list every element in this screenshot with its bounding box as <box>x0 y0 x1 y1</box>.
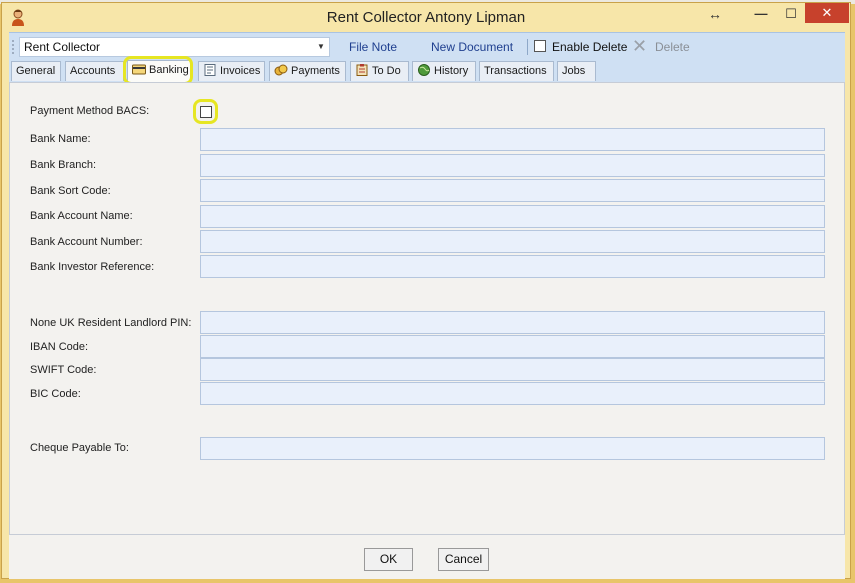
payment-method-bacs-label: Payment Method BACS: <box>30 105 150 117</box>
bank-branch-label: Bank Branch: <box>30 159 97 171</box>
bic-code-label: BIC Code: <box>30 388 81 400</box>
resize-arrows-icon[interactable]: ↔ <box>702 3 728 25</box>
tab-history[interactable]: History <box>412 61 476 81</box>
bank-investor-reference-field[interactable] <box>200 255 825 278</box>
bank-account-name-field[interactable] <box>200 205 825 228</box>
enable-delete-label: Enable Delete <box>552 40 628 54</box>
none-uk-resident-pin-label: None UK Resident Landlord PIN: <box>30 317 192 329</box>
dialog-window: Rent Collector Antony Lipman ↔ — ☐ ✕ Ren… <box>1 2 851 579</box>
new-document-button[interactable]: New Document <box>431 38 513 56</box>
iban-code-label: IBAN Code: <box>30 341 89 353</box>
record-type-select[interactable]: Rent Collector ▼ <box>19 37 330 57</box>
bank-account-number-label: Bank Account Number: <box>30 236 143 248</box>
banking-panel: Payment Method BACS: Bank Name: Bank Bra… <box>9 82 845 535</box>
invoice-icon <box>203 64 217 76</box>
clipboard-icon <box>355 64 369 76</box>
tab-label: Invoices <box>220 65 261 77</box>
none-uk-resident-pin-field[interactable] <box>200 311 825 334</box>
swift-code-field[interactable] <box>200 358 825 381</box>
bic-code-field[interactable] <box>200 382 825 405</box>
delete-x-icon: ✕ <box>632 36 648 56</box>
tab-label: General <box>16 65 56 77</box>
enable-delete-checkbox[interactable] <box>534 40 546 52</box>
cheque-payable-to-field[interactable] <box>200 437 825 460</box>
tab-general[interactable]: General <box>11 61 61 81</box>
chevron-down-icon[interactable]: ▼ <box>315 38 327 56</box>
bank-account-name-label: Bank Account Name: <box>30 210 133 222</box>
globe-icon <box>417 64 431 76</box>
close-button[interactable]: ✕ <box>805 3 849 23</box>
bank-name-label: Bank Name: <box>30 133 91 145</box>
bank-account-number-field[interactable] <box>200 230 825 253</box>
bank-name-field[interactable] <box>200 128 825 151</box>
swift-code-label: SWIFT Code: <box>30 364 97 376</box>
tab-jobs[interactable]: Jobs <box>557 61 596 81</box>
tab-label: To Do <box>372 65 401 77</box>
toolbar-grip-icon[interactable] <box>12 39 14 55</box>
tab-label: Payments <box>291 65 340 77</box>
title-bar[interactable]: Rent Collector Antony Lipman ↔ — ☐ ✕ <box>2 3 850 33</box>
bank-investor-reference-label: Bank Investor Reference: <box>30 261 155 273</box>
tab-payments[interactable]: Payments <box>269 61 346 81</box>
bank-sort-code-label: Bank Sort Code: <box>30 185 111 197</box>
coins-icon <box>274 64 288 76</box>
tab-transactions[interactable]: Transactions <box>479 61 554 81</box>
tab-label: Accounts <box>70 65 116 77</box>
tab-label: History <box>434 65 469 77</box>
tab-label: Jobs <box>562 65 586 77</box>
file-note-button[interactable]: File Note <box>349 38 397 56</box>
payment-method-bacs-checkbox[interactable] <box>200 106 212 118</box>
delete-button[interactable]: Delete <box>655 38 690 56</box>
iban-code-field[interactable] <box>200 335 825 358</box>
toolbar-divider <box>527 39 528 55</box>
dialog-footer: OK Cancel <box>9 535 845 579</box>
tab-to-do[interactable]: To Do <box>350 61 409 81</box>
record-type-value: Rent Collector <box>24 40 101 54</box>
tab-label: Transactions <box>484 65 547 77</box>
ok-button[interactable]: OK <box>364 548 413 571</box>
minimize-button[interactable]: — <box>748 3 774 25</box>
cheque-payable-to-label: Cheque Payable To: <box>30 442 129 454</box>
tab-highlight-ring <box>123 56 193 85</box>
bank-branch-field[interactable] <box>200 154 825 177</box>
maximize-button[interactable]: ☐ <box>778 3 804 25</box>
tab-accounts[interactable]: Accounts <box>65 61 124 81</box>
tab-invoices[interactable]: Invoices <box>198 61 265 81</box>
bank-sort-code-field[interactable] <box>200 179 825 202</box>
cancel-button[interactable]: Cancel <box>438 548 489 571</box>
